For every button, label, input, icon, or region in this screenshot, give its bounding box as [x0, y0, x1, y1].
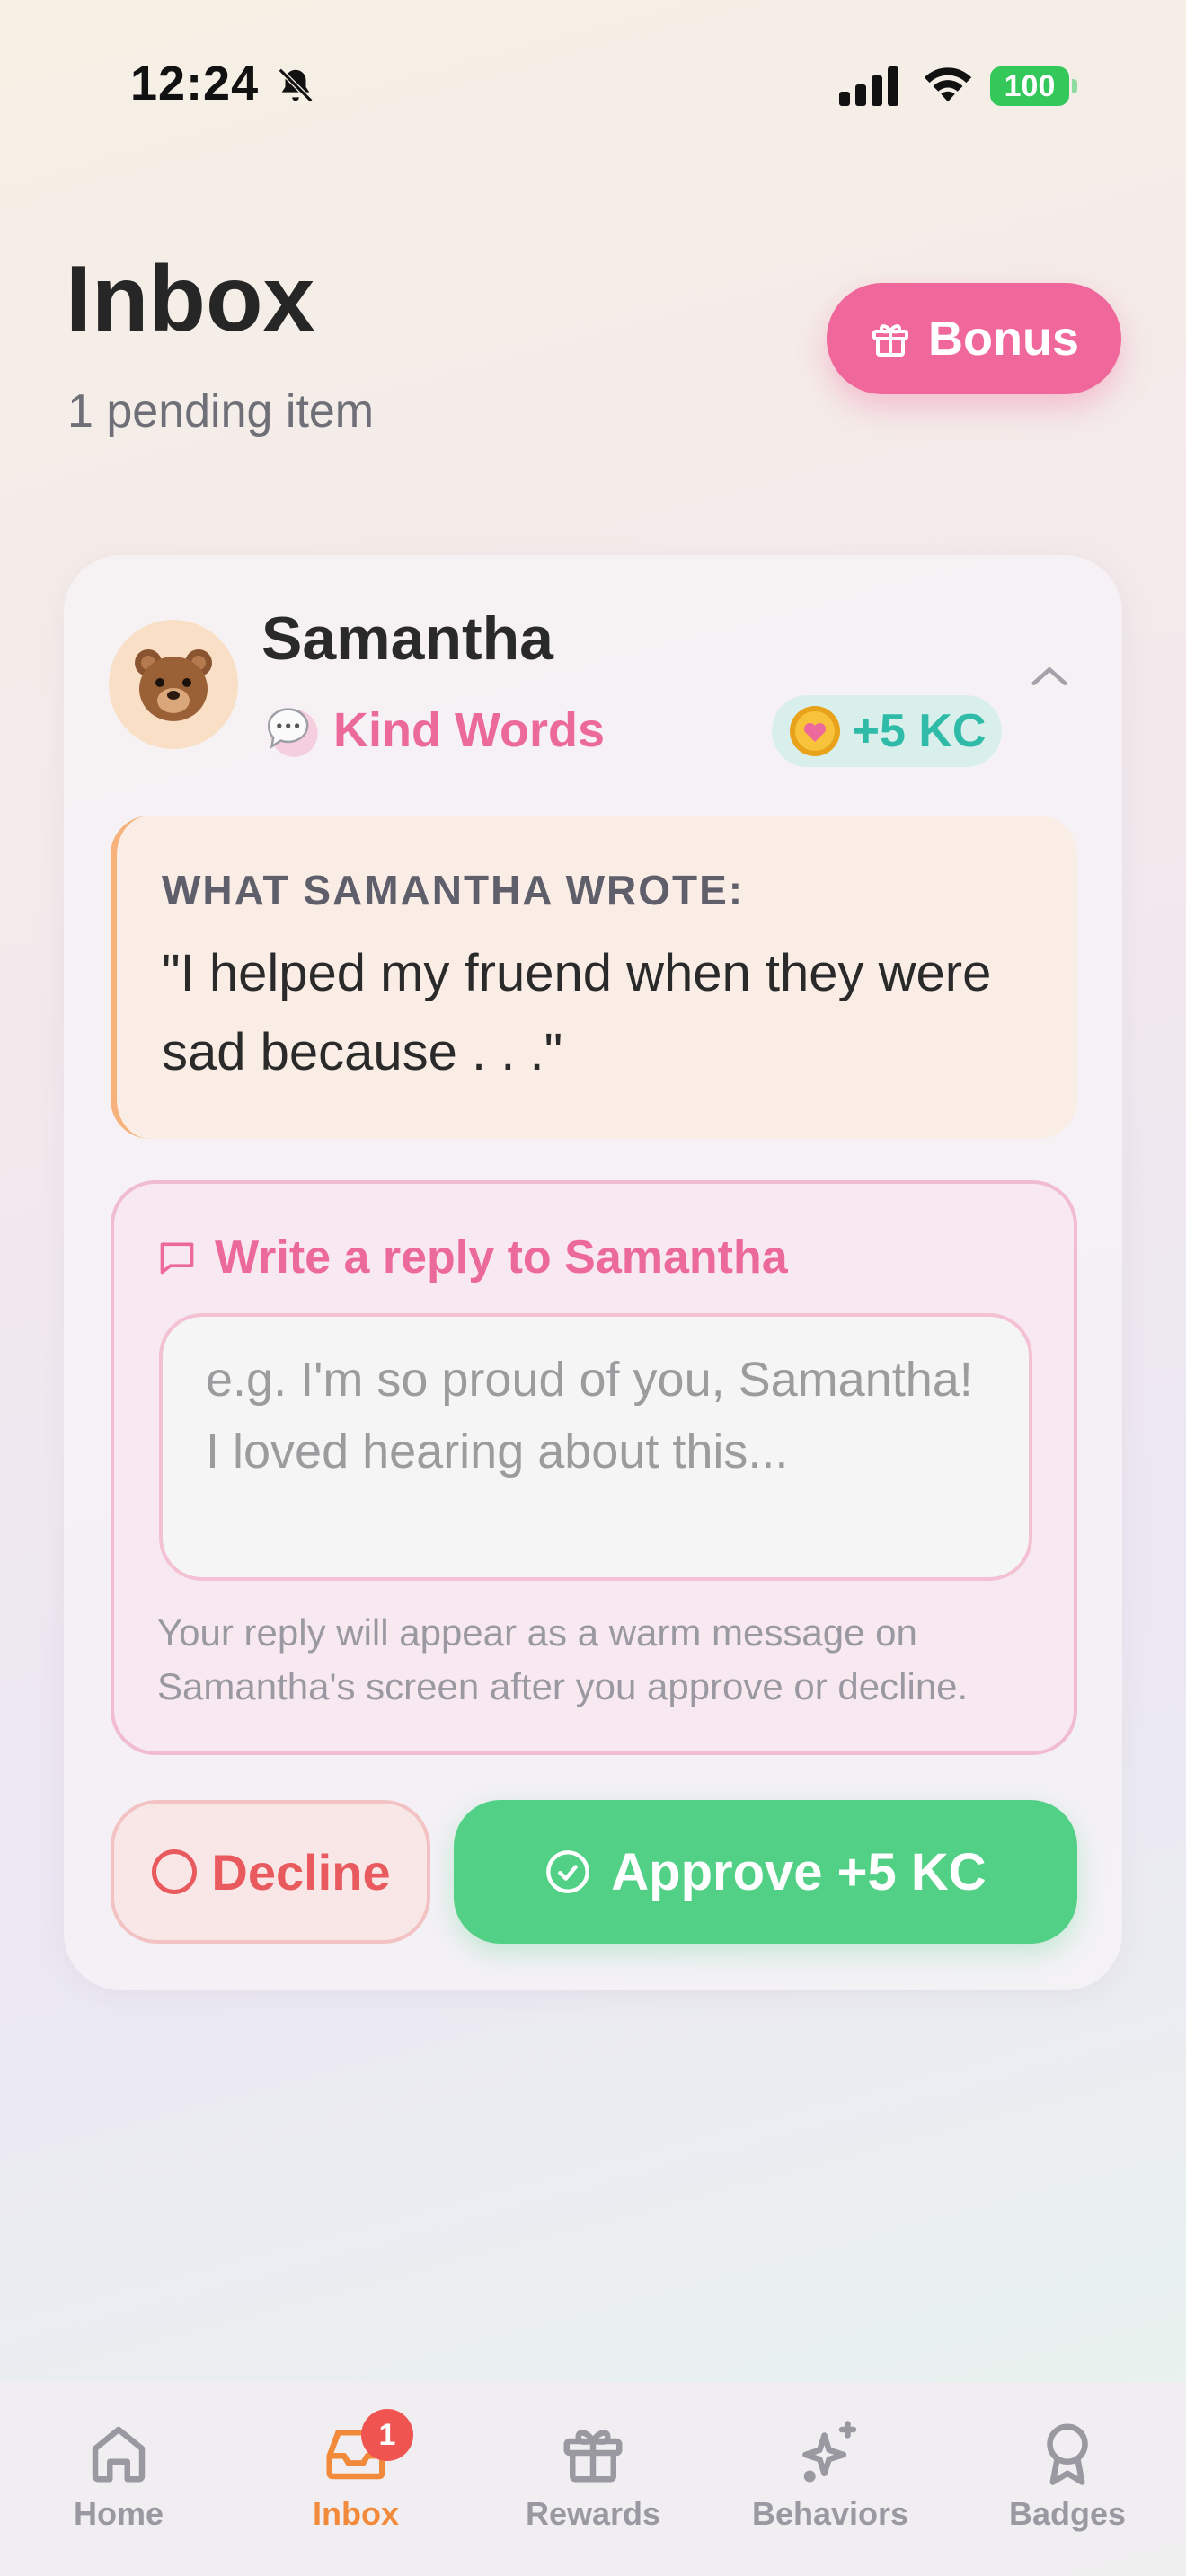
reply-input[interactable]: [159, 1313, 1032, 1581]
battery-level: 100: [990, 66, 1069, 106]
tab-behaviors[interactable]: Behaviors: [712, 2382, 949, 2576]
home-icon: [92, 2426, 146, 2483]
reply-title: Write a reply to Samantha: [215, 1231, 788, 1284]
chevron-up-icon[interactable]: [1029, 663, 1070, 690]
pending-count: 1 pending item: [67, 385, 375, 437]
avatar: [109, 620, 238, 749]
behavior-label: Kind Words: [333, 703, 605, 757]
tab-home[interactable]: Home: [0, 2382, 237, 2576]
gift-icon: [872, 324, 908, 357]
speech-bubble-icon: [268, 708, 318, 757]
gift-icon: [563, 2430, 623, 2483]
child-name: Samantha: [261, 604, 553, 673]
decline-label: Decline: [211, 1843, 391, 1901]
reward-badge: +5 KC: [772, 695, 1002, 767]
approve-button[interactable]: Approve +5 KC: [454, 1800, 1077, 1944]
behavior-tag: Kind Words: [261, 699, 605, 762]
tab-label: Behaviors: [751, 2495, 909, 2532]
tab-label: Rewards: [525, 2495, 661, 2532]
bonus-button[interactable]: Bonus: [827, 283, 1121, 394]
reward-amount: +5 KC: [852, 705, 987, 757]
reply-header: Write a reply to Samantha: [157, 1231, 788, 1284]
page-title: Inbox: [66, 247, 315, 351]
tab-label: Inbox: [313, 2495, 399, 2532]
sparkle-icon: [802, 2421, 857, 2483]
message-icon: [160, 1242, 194, 1275]
tab-bar: Home Inbox 1 Rewards Behaviors Badges: [0, 2382, 1186, 2576]
approve-label: Approve +5 KC: [611, 1842, 987, 1901]
tab-inbox[interactable]: Inbox 1: [237, 2382, 474, 2576]
battery-icon: 100: [990, 66, 1077, 106]
check-circle-icon: [546, 1850, 590, 1893]
pending-item-card: Samantha Kind Words +5 KC WHAT SAMANTHA …: [64, 555, 1122, 1990]
tab-rewards[interactable]: Rewards: [474, 2382, 712, 2576]
wifi-icon: [924, 67, 972, 102]
reply-section: Write a reply to Samantha Your reply wil…: [111, 1180, 1077, 1755]
tab-badges[interactable]: Badges: [949, 2382, 1186, 2576]
heart-coin-icon: [789, 706, 840, 756]
circle-icon: [152, 1849, 198, 1894]
quote-label: WHAT SAMANTHA WROTE:: [162, 867, 745, 913]
tab-label: Badges: [1008, 2495, 1127, 2532]
reply-note: Your reply will appear as a warm message…: [157, 1611, 969, 1707]
submission-quote: WHAT SAMANTHA WROTE: "I helped my fruend…: [111, 816, 1077, 1139]
inbox-badge: 1: [361, 2409, 413, 2461]
decline-button[interactable]: Decline: [111, 1800, 430, 1944]
tab-label: Home: [73, 2495, 164, 2532]
bonus-label: Bonus: [928, 312, 1079, 366]
bell-muted-icon: [278, 67, 314, 103]
quote-text: "I helped my fruend when they were sad b…: [162, 944, 992, 1081]
cellular-signal-icon: [839, 66, 898, 106]
award-icon: [1047, 2423, 1088, 2485]
status-bar: 12:24 100: [0, 0, 1186, 171]
status-time: 12:24: [130, 57, 260, 110]
bear-icon: [135, 649, 212, 721]
